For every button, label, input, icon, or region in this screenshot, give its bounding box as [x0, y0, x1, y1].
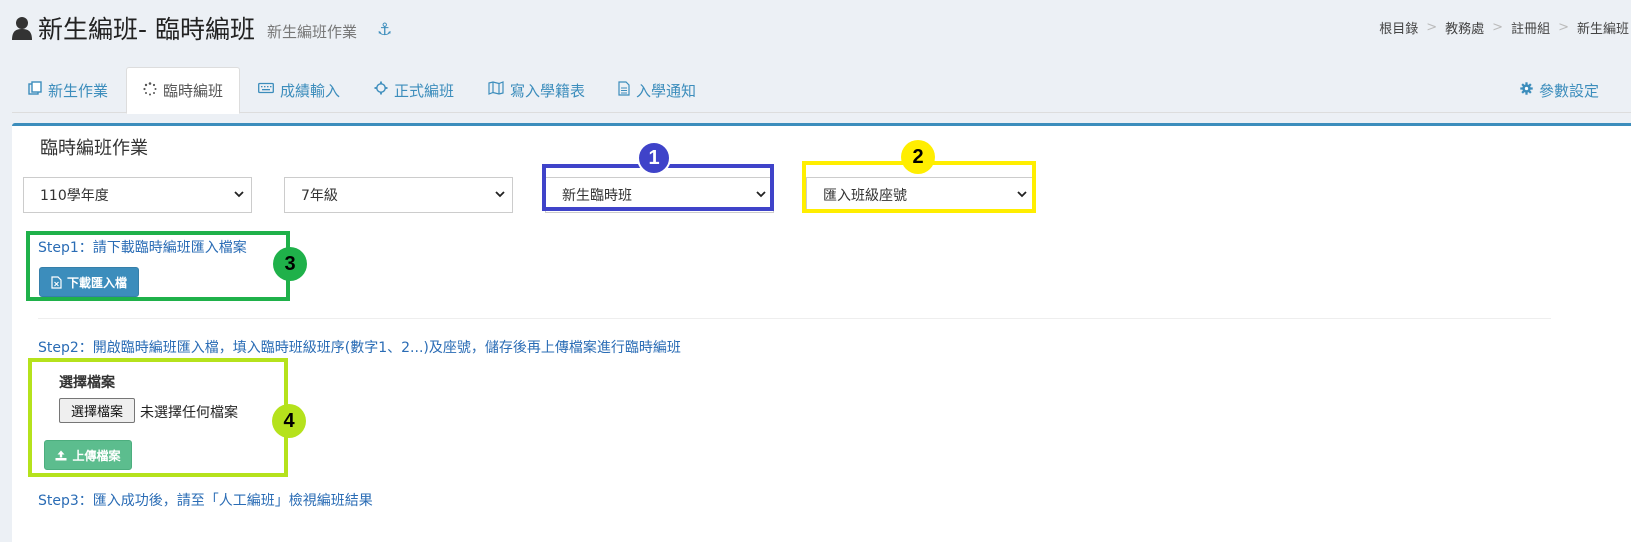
breadcrumb-separator: > [1426, 20, 1438, 35]
tab-label: 入學通知 [636, 81, 697, 100]
select-value: 110學年度 [40, 188, 109, 204]
page-subtitle: 新生編班作業 [266, 22, 357, 41]
select-value: 7年級 [301, 188, 338, 204]
breadcrumb-item-registration[interactable]: 註冊組 [1511, 18, 1550, 37]
annotation-badge-1: 1 [637, 141, 671, 175]
tab-label: 寫入學籍表 [510, 81, 586, 100]
tab-temp-class[interactable]: 臨時編班 [126, 67, 241, 114]
user-icon [12, 16, 32, 40]
box-title: 臨時編班作業 [40, 138, 148, 159]
chevron-down-icon [495, 191, 505, 198]
breadcrumb-separator: > [1492, 20, 1504, 35]
upload-icon [55, 450, 67, 460]
button-label: 下載匯入檔 [66, 275, 127, 290]
button-label: 上傳檔案 [72, 448, 121, 463]
chevron-down-icon [1017, 191, 1027, 198]
annotation-badge-4: 4 [272, 404, 306, 438]
annotation-badge-3: 3 [273, 247, 307, 281]
page-header: 新生編班- 臨時編班 新生編班作業 ⚓ [12, 6, 392, 50]
gear-icon [374, 81, 388, 99]
import-type-select[interactable]: 匯入班級座號 [806, 177, 1035, 213]
step2-text: Step2：開啟臨時編班匯入檔，填入臨時班級班序(數字1、2...)及座號，儲存… [38, 340, 681, 356]
keyboard-icon [258, 82, 274, 98]
tab-label: 新生作業 [48, 81, 109, 100]
file-label: 選擇檔案 [59, 375, 115, 391]
tab-write-roll[interactable]: 寫入學籍表 [472, 67, 601, 113]
tab-new-student[interactable]: 新生作業 [12, 67, 124, 113]
download-import-file-button[interactable]: 下載匯入檔 [39, 267, 139, 297]
tab-admission-notice[interactable]: 入學通知 [602, 67, 712, 113]
select-value: 新生臨時班 [562, 188, 632, 204]
breadcrumb-item-root[interactable]: 根目錄 [1379, 18, 1418, 37]
gear-icon [1520, 81, 1533, 99]
settings-label: 參數設定 [1538, 81, 1599, 100]
tab-label: 臨時編班 [163, 82, 224, 100]
annotation-badge-2: 2 [901, 140, 935, 174]
file-icon [618, 80, 630, 100]
file-status: 未選擇任何檔案 [140, 405, 238, 421]
upload-file-button[interactable]: 上傳檔案 [44, 440, 132, 470]
tab-score-input[interactable]: 成績輸入 [242, 67, 356, 113]
select-value: 匯入班級座號 [823, 188, 907, 204]
step1-text: Step1：請下載臨時編班匯入檔案 [38, 240, 247, 256]
copy-icon [28, 81, 42, 99]
breadcrumb-item-academic[interactable]: 教務處 [1445, 18, 1484, 37]
breadcrumb-separator: > [1558, 20, 1569, 35]
anchor-icon[interactable]: ⚓ [377, 20, 392, 40]
chevron-down-icon [234, 191, 244, 198]
chevron-down-icon [756, 191, 766, 198]
grade-select[interactable]: 7年級 [284, 177, 513, 213]
breadcrumb: 根目錄 > 教務處 > 註冊組 > 新生編班 [1379, 18, 1629, 37]
settings-button[interactable]: 參數設定 [1504, 67, 1615, 113]
divider [38, 318, 1551, 319]
tab-label: 正式編班 [394, 81, 455, 100]
tab-bar: 新生作業 臨時編班 成績輸入 正式編班 寫入學籍表 入學通知 參數設定 [12, 67, 1631, 114]
choose-file-button[interactable]: 選擇檔案 [59, 398, 135, 423]
breadcrumb-item-current: 新生編班 [1576, 22, 1629, 37]
step3-text: Step3：匯入成功後，請至「人工編班」檢視編班結果 [38, 493, 373, 509]
main-box: 臨時編班作業 110學年度 7年級 新生臨時班 匯入班級座號 Step1：請下載… [12, 123, 1631, 542]
map-icon [488, 81, 504, 99]
school-year-select[interactable]: 110學年度 [23, 177, 252, 213]
tab-formal-class[interactable]: 正式編班 [358, 67, 470, 113]
spinner-icon [143, 81, 157, 100]
tab-label: 成績輸入 [280, 81, 341, 100]
page-title: 新生編班- 臨時編班 [38, 15, 255, 44]
class-type-select[interactable]: 新生臨時班 [545, 177, 774, 213]
file-excel-icon [51, 275, 62, 289]
